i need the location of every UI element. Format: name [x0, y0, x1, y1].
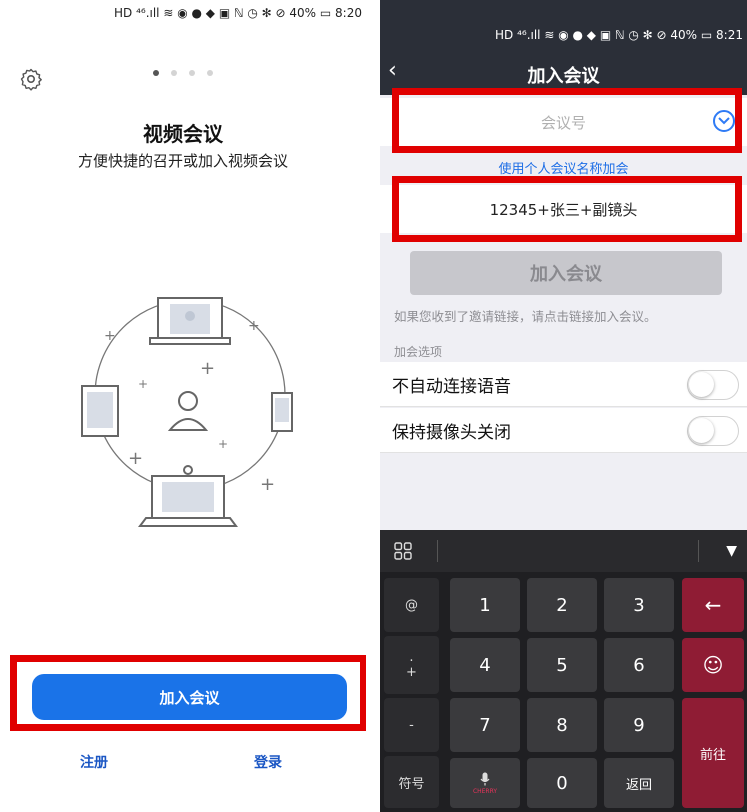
keyboard: ▼ @ . + - 符号 1 2 3 4 5 6 7 8 9 CHERRY 0 …: [380, 530, 747, 812]
key-1[interactable]: 1: [450, 578, 520, 632]
key-return[interactable]: 返回: [604, 758, 674, 808]
key-8[interactable]: 8: [527, 698, 597, 752]
option-label-audio: 不自动连接语音: [392, 376, 511, 397]
emoji-key[interactable]: ☺: [682, 638, 744, 692]
highlight-box: [392, 176, 742, 242]
options-header: 加会选项: [394, 345, 443, 359]
key-dot-plus[interactable]: . +: [384, 636, 439, 694]
video-meeting-illustration: + + + + + + +: [81, 297, 293, 527]
key-6[interactable]: 6: [604, 638, 674, 692]
svg-text:+: +: [104, 328, 116, 344]
key-9[interactable]: 9: [604, 698, 674, 752]
page-title: 视频会议: [143, 122, 223, 146]
personal-meeting-name-link[interactable]: 使用个人会议名称加会: [380, 158, 747, 177]
key-symbols[interactable]: 符号: [384, 756, 439, 808]
svg-text:+: +: [200, 358, 215, 379]
divider: [437, 540, 438, 562]
key-5[interactable]: 5: [527, 638, 597, 692]
keyboard-toolbar: ▼: [380, 530, 747, 572]
key-plus-label: +: [406, 665, 417, 680]
key-minus[interactable]: -: [384, 698, 439, 752]
page-subtitle: 方便快捷的召开或加入视频会议: [77, 152, 288, 170]
status-bar: HD ⁴⁶.ıll ≋ ◉ ● ◆ ▣ ℕ ◷ ✻ ⊘ 40% ▭ 8:21: [495, 28, 743, 42]
option-row-audio: 不自动连接语音: [380, 362, 747, 407]
key-7[interactable]: 7: [450, 698, 520, 752]
toggle-knob: [689, 372, 714, 397]
cherry-logo: CHERRY: [472, 787, 498, 795]
toggle-knob: [689, 418, 714, 443]
page-dot: [171, 70, 177, 76]
grid-icon[interactable]: [394, 542, 412, 560]
key-3[interactable]: 3: [604, 578, 674, 632]
svg-text:+: +: [218, 437, 228, 451]
key-dot-label: .: [409, 650, 414, 665]
highlight-box: [10, 655, 366, 731]
invite-hint: 如果您收到了邀请链接，请点击链接加入会议。: [394, 309, 657, 324]
login-link[interactable]: 登录: [254, 752, 282, 772]
right-screen: HD ⁴⁶.ıll ≋ ◉ ● ◆ ▣ ℕ ◷ ✻ ⊘ 40% ▭ 8:21 ‹…: [380, 0, 747, 812]
audio-toggle[interactable]: [687, 370, 739, 400]
join-meeting-button[interactable]: 加入会议: [410, 251, 722, 295]
highlight-box: [392, 88, 742, 153]
camera-toggle[interactable]: [687, 416, 739, 446]
key-4[interactable]: 4: [450, 638, 520, 692]
svg-text:+: +: [260, 474, 275, 495]
page-indicator: [0, 70, 366, 76]
svg-text:+: +: [128, 448, 143, 469]
key-0[interactable]: 0: [527, 758, 597, 808]
page-dot: [207, 70, 213, 76]
key-voice[interactable]: CHERRY: [450, 758, 520, 808]
key-at[interactable]: @: [384, 578, 439, 632]
option-label-camera: 保持摄像头关闭: [392, 422, 511, 443]
key-2[interactable]: 2: [527, 578, 597, 632]
svg-text:+: +: [138, 377, 148, 391]
register-link[interactable]: 注册: [80, 752, 108, 772]
svg-text:+: +: [248, 318, 260, 334]
header-bar: HD ⁴⁶.ıll ≋ ◉ ● ◆ ▣ ℕ ◷ ✻ ⊘ 40% ▭ 8:21 ‹…: [380, 0, 747, 95]
page-title: 加入会议: [527, 66, 600, 87]
go-key[interactable]: 前往: [682, 698, 744, 808]
option-row-camera: 保持摄像头关闭: [380, 408, 747, 453]
collapse-keyboard-icon[interactable]: ▼: [726, 543, 737, 559]
left-screen: HD ⁴⁶.ıll ≋ ◉ ● ◆ ▣ ℕ ◷ ✻ ⊘ 40% ▭ 8:20 视…: [0, 0, 366, 812]
page-dot-active: [153, 70, 159, 76]
divider: [698, 540, 699, 562]
backspace-key[interactable]: ←: [682, 578, 744, 632]
page-dot: [189, 70, 195, 76]
status-bar: HD ⁴⁶.ıll ≋ ◉ ● ◆ ▣ ℕ ◷ ✻ ⊘ 40% ▭ 8:20: [114, 6, 362, 20]
microphone-icon: [480, 772, 490, 785]
